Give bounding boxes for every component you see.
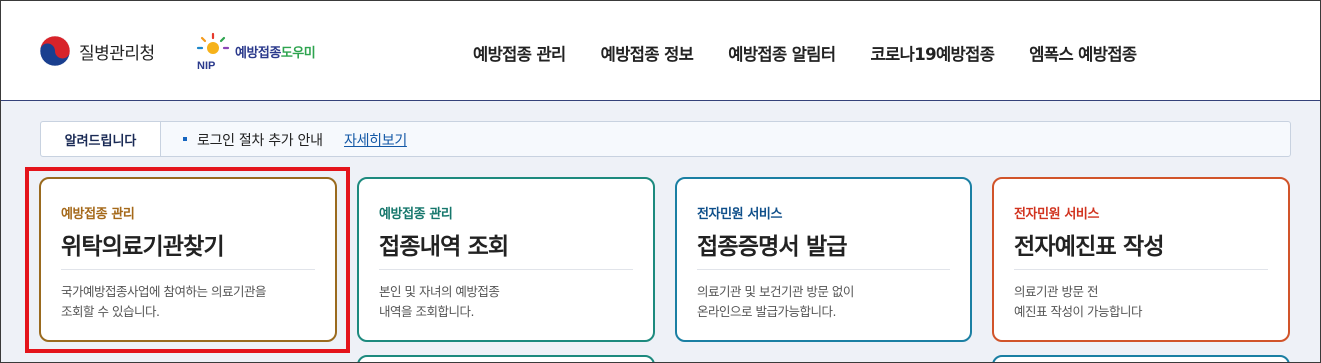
card-description: 의료기관 및 보건기관 방문 없이 온라인으로 발급가능합니다.: [697, 282, 967, 322]
card-description-line: 의료기관 및 보건기관 방문 없이: [697, 284, 854, 299]
card-divider: [1014, 269, 1268, 270]
card-category: 예방접종 관리: [61, 207, 135, 222]
notice-tab[interactable]: 알려드립니다: [41, 122, 161, 156]
site-header: 질병관리청 NIP 예방접종도우미 예방접종 관리 예방접종 정보 예방접종 알…: [1, 1, 1320, 101]
nip-logo-text: 예방접종도우미: [235, 42, 316, 61]
nip-logo-text-main: 예방접종: [235, 45, 281, 61]
card-description-line: 예진표 작성이 가능합니다: [1014, 304, 1142, 319]
nav-vaccination-info[interactable]: 예방접종 정보: [601, 41, 694, 65]
card-category: 예방접종 관리: [379, 207, 453, 222]
card-title: 전자예진표 작성: [1014, 234, 1165, 260]
kdca-logo-text: 질병관리청: [79, 43, 155, 64]
card-title: 접종증명서 발급: [697, 234, 848, 260]
next-row-card[interactable]: [992, 355, 1290, 362]
notice-bar: 알려드립니다 로그인 절차 추가 안내 자세히보기: [40, 121, 1291, 157]
nav-vaccination-management[interactable]: 예방접종 관리: [473, 41, 566, 65]
card-title: 위탁의료기관찾기: [61, 234, 225, 260]
card-e-prescreening[interactable]: 전자민원 서비스 전자예진표 작성 의료기관 방문 전 예진표 작성이 가능합니…: [992, 177, 1290, 342]
card-title: 접종내역 조회: [379, 234, 509, 260]
main-nav: 예방접종 관리 예방접종 정보 예방접종 알림터 코로나19예방접종 엠폭스 예…: [473, 41, 1172, 65]
taegeuk-logo-icon: [39, 35, 71, 67]
nip-sun-icon: NIP: [193, 31, 233, 72]
notice-text[interactable]: 로그인 절차 추가 안내: [197, 130, 323, 150]
card-divider: [61, 269, 315, 270]
card-vaccination-certificate[interactable]: 전자민원 서비스 접종증명서 발급 의료기관 및 보건기관 방문 없이 온라인으…: [675, 177, 972, 342]
nip-mark-text: NIP: [197, 60, 215, 71]
card-divider: [379, 269, 633, 270]
card-description-line: 온라인으로 발급가능합니다.: [697, 304, 836, 319]
card-divider: [697, 269, 950, 270]
card-description-line: 의료기관 방문 전: [1014, 284, 1098, 299]
card-description: 본인 및 자녀의 예방접종 내역을 조회합니다.: [379, 282, 649, 322]
card-category: 전자민원 서비스: [1014, 207, 1100, 222]
card-category: 전자민원 서비스: [697, 207, 783, 222]
card-description: 의료기관 방문 전 예진표 작성이 가능합니다: [1014, 282, 1284, 322]
nav-vaccination-notice[interactable]: 예방접종 알림터: [728, 41, 836, 65]
card-description-line: 본인 및 자녀의 예방접종: [379, 284, 500, 299]
nav-mpox-vaccination[interactable]: 엠폭스 예방접종: [1029, 41, 1137, 65]
card-description-line: 내역을 조회합니다.: [379, 304, 474, 319]
nip-logo[interactable]: NIP 예방접종도우미: [193, 31, 316, 72]
card-description: 국가예방접종사업에 참여하는 의료기관을 조회할 수 있습니다.: [61, 282, 331, 322]
card-vaccination-history[interactable]: 예방접종 관리 접종내역 조회 본인 및 자녀의 예방접종 내역을 조회합니다.: [357, 177, 655, 342]
card-description-line: 국가예방접종사업에 참여하는 의료기관을: [61, 284, 266, 299]
nip-logo-text-sub: 도우미: [280, 45, 316, 61]
card-find-clinic[interactable]: 예방접종 관리 위탁의료기관찾기 국가예방접종사업에 참여하는 의료기관을 조회…: [39, 177, 337, 342]
bullet-icon: [183, 137, 187, 141]
kdca-logo[interactable]: 질병관리청: [39, 35, 155, 67]
notice-detail-link[interactable]: 자세히보기: [344, 130, 407, 150]
next-row-card[interactable]: [357, 355, 655, 362]
nav-covid19-vaccination[interactable]: 코로나19예방접종: [870, 41, 994, 65]
card-description-line: 조회할 수 있습니다.: [61, 304, 160, 319]
page-frame: 질병관리청 NIP 예방접종도우미 예방접종 관리 예방접종 정보 예방접종 알…: [0, 0, 1321, 363]
